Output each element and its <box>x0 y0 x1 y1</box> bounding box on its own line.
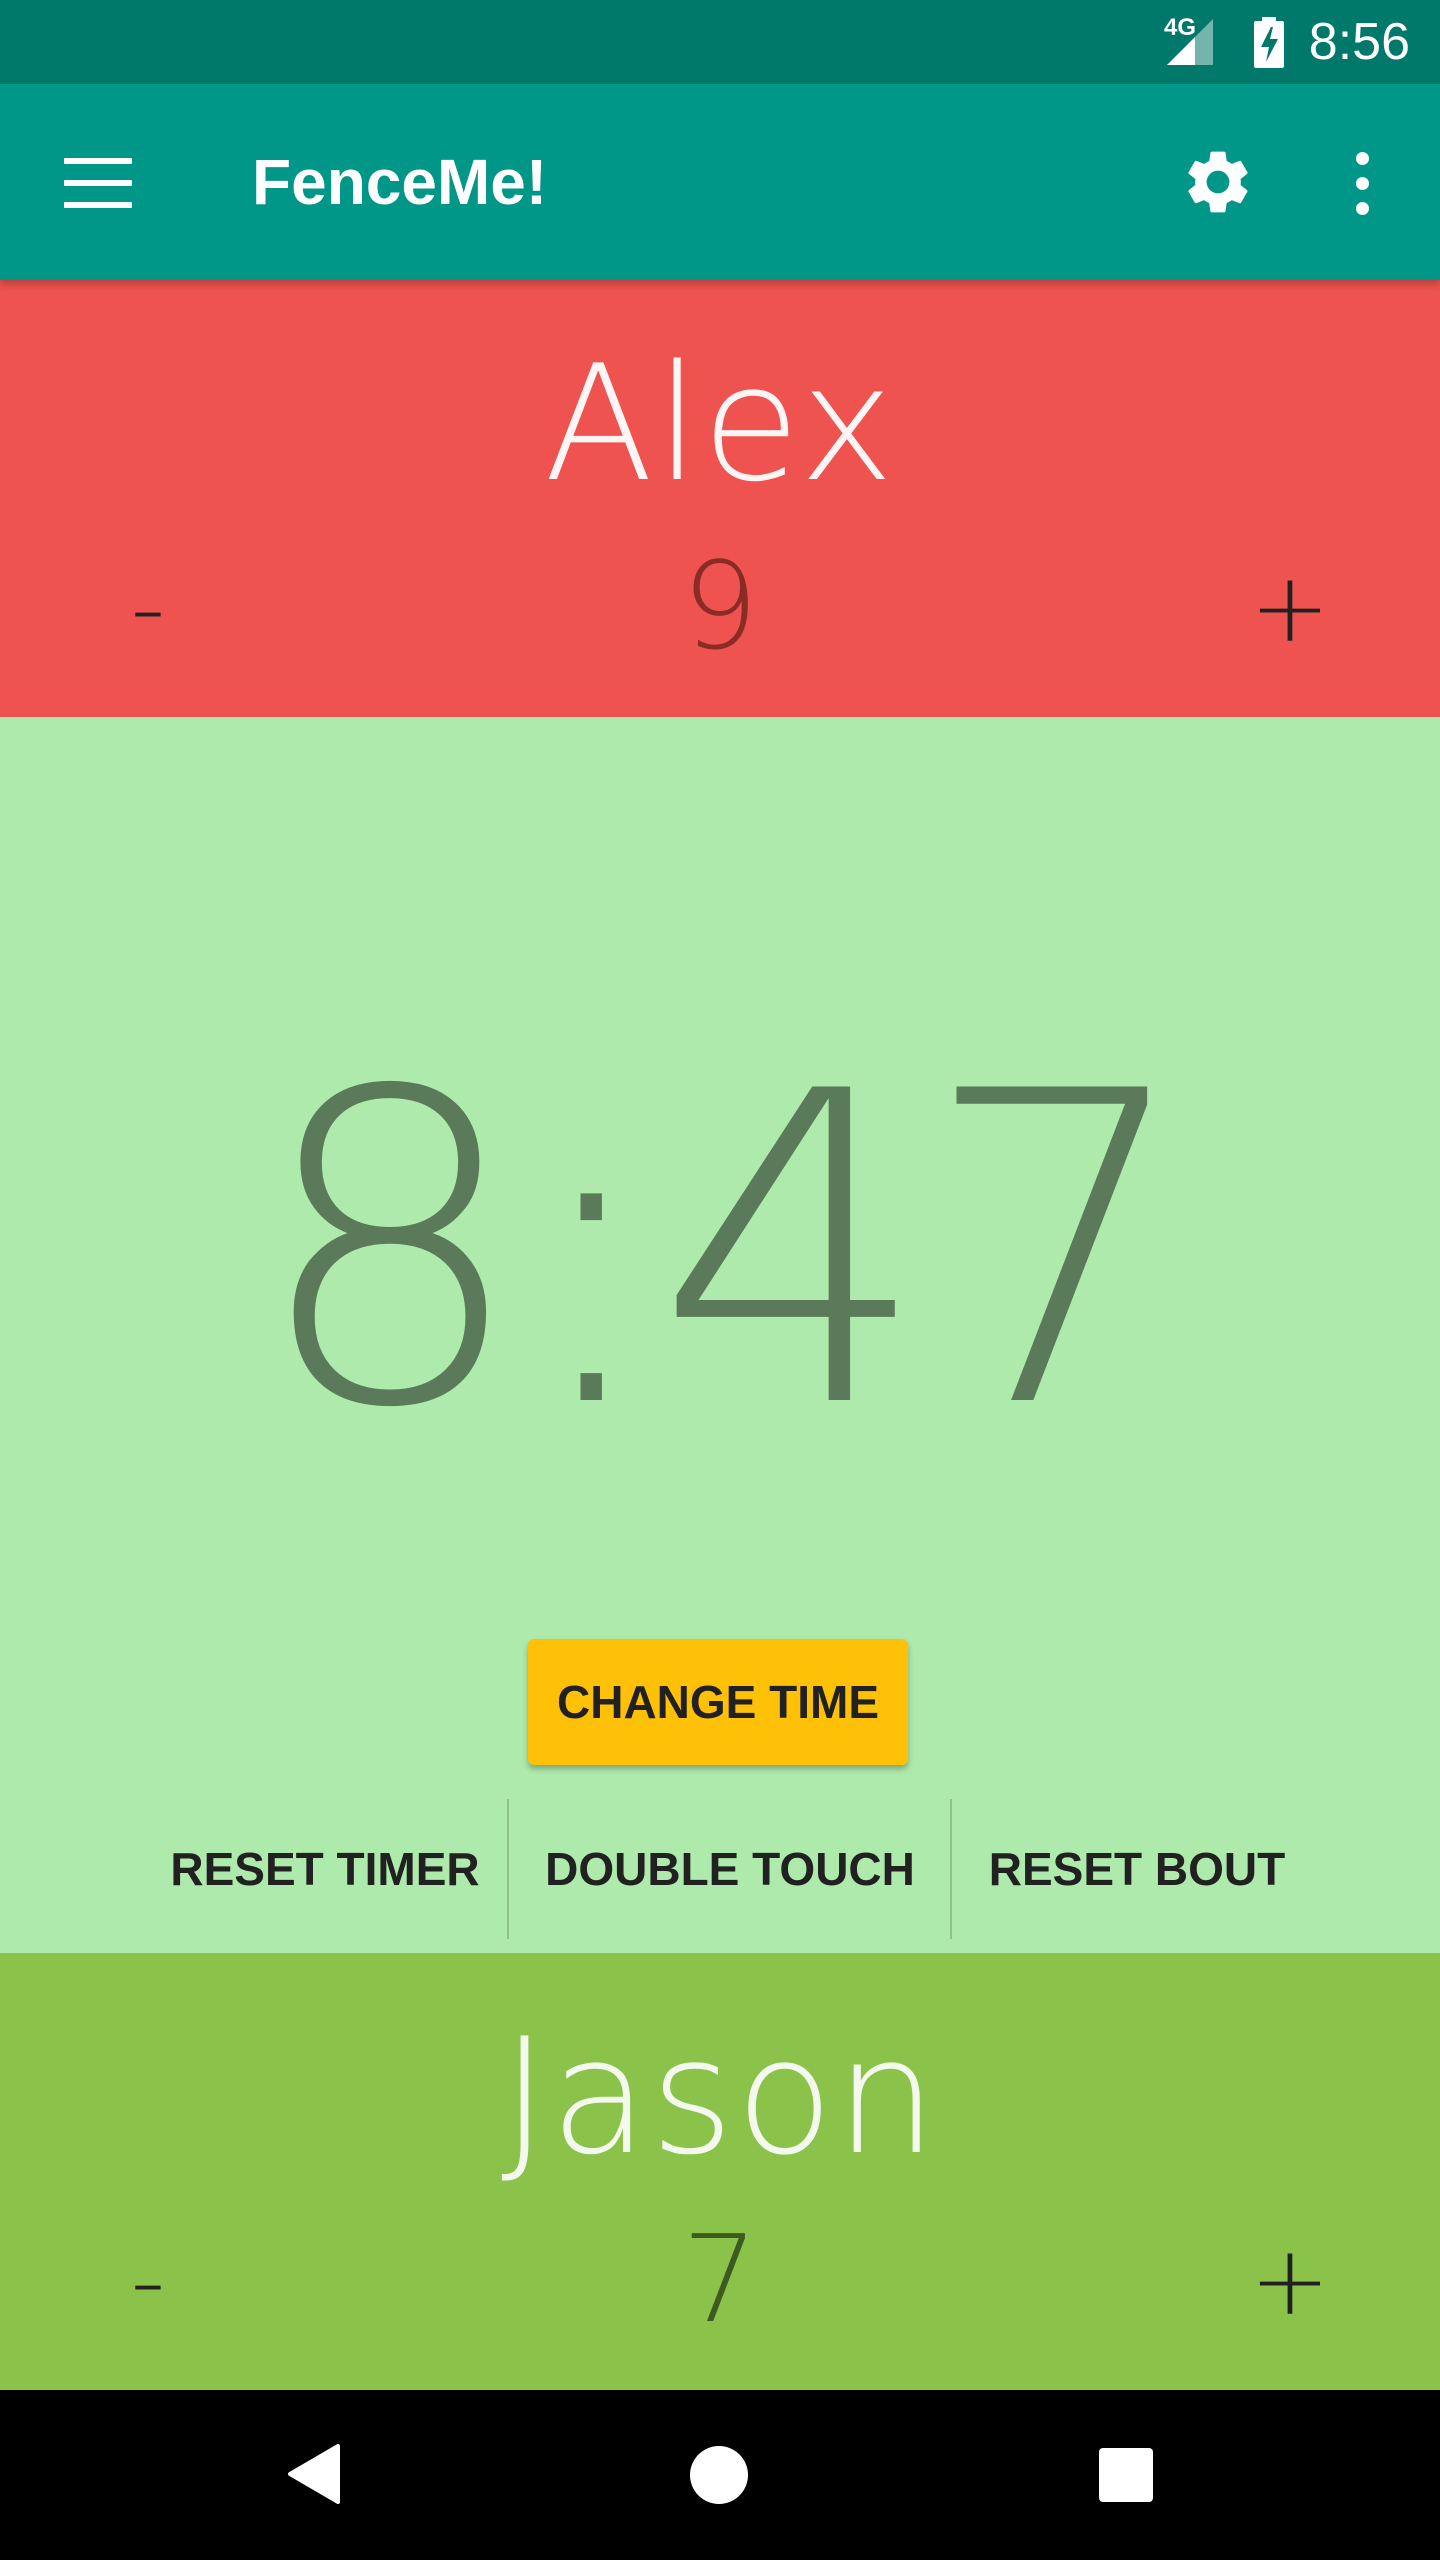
app-bar: FenceMe! <box>0 84 1440 280</box>
fencer-panel-top: Alex - 9 + <box>0 280 1440 717</box>
settings-icon[interactable] <box>1180 144 1256 220</box>
reset-timer-button[interactable]: RESET TIMER <box>140 1799 510 1939</box>
double-touch-button[interactable]: DOUBLE TOUCH <box>510 1799 950 1939</box>
fencer-panel-bottom: Jason - 7 + <box>0 1953 1440 2390</box>
navigation-bar <box>0 2390 1440 2560</box>
overflow-menu-icon[interactable] <box>1350 152 1374 216</box>
timer-display[interactable]: 8:47 <box>0 1037 1440 1467</box>
score-value-top: 9 <box>681 538 759 677</box>
decrement-score-button-bottom[interactable]: - <box>78 2211 218 2351</box>
battery-charging-icon <box>1254 17 1284 68</box>
signal-icon <box>1167 19 1213 65</box>
fencer-name-bottom[interactable]: Jason <box>0 2003 1440 2190</box>
score-value-bottom: 7 <box>681 2211 759 2350</box>
fencer-name-top[interactable]: Alex <box>0 330 1440 517</box>
app-title: FenceMe! <box>252 146 548 218</box>
status-time: 8:56 <box>1308 13 1410 71</box>
timer-area: 8:47 CHANGE TIME RESET TIMER DOUBLE TOUC… <box>0 717 1440 1953</box>
recents-icon[interactable] <box>1099 2448 1153 2502</box>
back-icon[interactable] <box>286 2442 342 2506</box>
home-icon[interactable] <box>690 2446 748 2504</box>
change-time-button[interactable]: CHANGE TIME <box>528 1639 908 1765</box>
increment-score-button-top[interactable]: + <box>1220 538 1360 678</box>
menu-icon[interactable] <box>64 158 132 208</box>
button-divider <box>507 1799 509 1939</box>
increment-score-button-bottom[interactable]: + <box>1220 2211 1360 2351</box>
status-bar: 4G 8:56 <box>0 0 1440 84</box>
decrement-score-button-top[interactable]: - <box>78 538 218 678</box>
reset-bout-button[interactable]: RESET BOUT <box>952 1799 1322 1939</box>
